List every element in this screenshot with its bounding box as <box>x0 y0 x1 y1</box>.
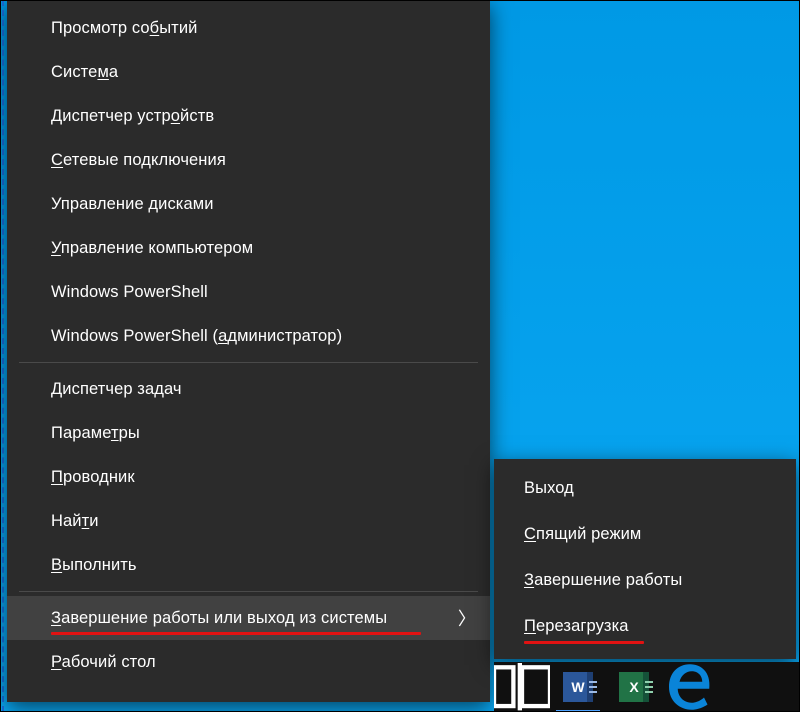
menu-item-label: Система <box>51 63 118 82</box>
menu-item[interactable]: Рабочий стол <box>7 640 490 684</box>
menu-separator <box>19 591 478 592</box>
menu-item[interactable]: Диспетчер задач <box>7 367 490 411</box>
menu-item-label: Проводник <box>51 468 135 487</box>
menu-item-label: Выход <box>524 479 574 498</box>
menu-item[interactable]: Управление дисками <box>7 182 490 226</box>
menu-item-label: Windows PowerShell (администратор) <box>51 327 342 346</box>
selection-edge <box>2 0 4 712</box>
menu-item[interactable]: Выход <box>494 465 796 511</box>
menu-separator <box>19 362 478 363</box>
menu-item[interactable]: Просмотр событий <box>7 6 490 50</box>
taskbar[interactable]: WX <box>494 662 800 712</box>
menu-item-label: Управление дисками <box>51 195 214 214</box>
menu-item[interactable]: Перезагрузка <box>494 603 796 649</box>
menu-item[interactable]: Найти <box>7 499 490 543</box>
menu-item-label: Параметры <box>51 424 140 443</box>
word-glyph: W <box>563 672 593 702</box>
chevron-right-icon: 〉 <box>458 605 476 631</box>
excel-glyph: X <box>619 672 649 702</box>
word-icon[interactable]: W <box>550 662 606 712</box>
shutdown-submenu[interactable]: Выход Спящий режим Завершение работы Переза… <box>494 459 796 659</box>
task-view-glyph <box>494 663 550 710</box>
menu-item[interactable]: Завершение работы <box>494 557 796 603</box>
menu-item[interactable]: Диспетчер устройств <box>7 94 490 138</box>
menu-item[interactable]: Система <box>7 50 490 94</box>
menu-item-label: Просмотр событий <box>51 19 197 38</box>
menu-item-label: Спящий режим <box>524 525 641 544</box>
task-view-icon[interactable] <box>494 662 550 712</box>
menu-item[interactable]: Параметры <box>7 411 490 455</box>
excel-icon[interactable]: X <box>606 662 662 712</box>
menu-item[interactable]: Спящий режим <box>494 511 796 557</box>
menu-item-label: Перезагрузка <box>524 617 629 636</box>
edge-glyph <box>662 659 718 712</box>
menu-item[interactable]: Выполнить <box>7 543 490 587</box>
menu-item-label: Выполнить <box>51 556 137 575</box>
menu-item-label: Управление компьютером <box>51 239 253 258</box>
menu-item[interactable]: Windows PowerShell <box>7 270 490 314</box>
highlight-underline <box>51 632 421 635</box>
menu-item-label: Завершение работы или выход из системы <box>51 609 387 628</box>
menu-item[interactable]: Проводник <box>7 455 490 499</box>
menu-item-label: Завершение работы <box>524 571 682 590</box>
menu-item[interactable]: Windows PowerShell (администратор) <box>7 314 490 358</box>
highlight-underline <box>524 641 644 644</box>
menu-item[interactable]: Управление компьютером <box>7 226 490 270</box>
menu-item[interactable]: Завершение работы или выход из системы 〉 <box>7 596 490 640</box>
menu-item[interactable]: Сетевые подключения <box>7 138 490 182</box>
winx-context-menu[interactable]: Просмотр событий Система Диспетчер устройс… <box>7 0 490 702</box>
edge-icon[interactable] <box>662 662 718 712</box>
menu-item-label: Сетевые подключения <box>51 151 226 170</box>
menu-item-label: Windows PowerShell <box>51 283 208 302</box>
menu-item-label: Диспетчер задач <box>51 380 182 399</box>
menu-item-label: Найти <box>51 512 99 531</box>
menu-item-label: Рабочий стол <box>51 653 156 672</box>
menu-item-label: Диспетчер устройств <box>51 107 214 126</box>
